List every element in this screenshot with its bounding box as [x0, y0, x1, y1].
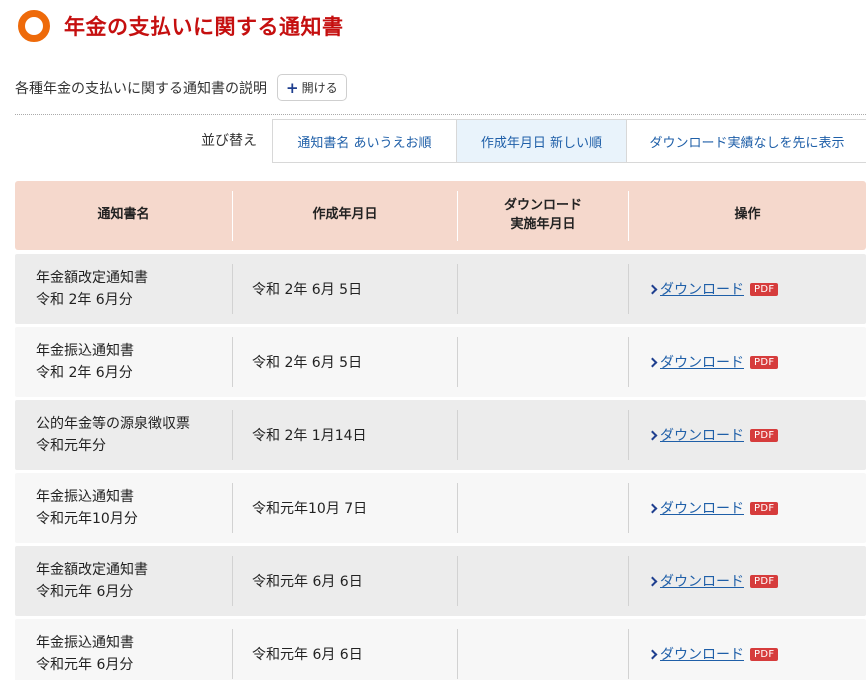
download-link[interactable]: ダウンロード PDF — [647, 352, 779, 372]
column-header-name: 通知書名 — [97, 207, 150, 223]
sort-tab-name[interactable]: 通知書名 あいうえお順 — [273, 120, 457, 162]
open-button-label: 開ける — [301, 81, 338, 95]
cell-created-date: 令和元年 6月 6日 — [232, 629, 457, 679]
cell-created-date: 令和元年10月 7日 — [232, 483, 457, 533]
download-link-label[interactable]: ダウンロード — [660, 498, 744, 518]
chevron-right-icon — [647, 430, 658, 440]
download-link[interactable]: ダウンロード PDF — [647, 425, 779, 445]
cell-download-date — [457, 629, 628, 679]
table-row: 年金振込通知書 令和元年 6月分 令和元年 6月 6日 ダウンロード PDF — [15, 619, 866, 680]
sort-label: 並び替え — [201, 133, 257, 149]
pdf-badge: PDF — [750, 501, 779, 515]
sort-tab-not-downloaded-first[interactable]: ダウンロード実績なしを先に表示 — [627, 120, 866, 162]
cell-notice-name: 公的年金等の源泉徴収票 令和元年分 — [15, 410, 232, 460]
plus-icon: + — [286, 78, 299, 97]
download-link[interactable]: ダウンロード PDF — [647, 279, 779, 299]
notice-period: 令和元年 6月分 — [36, 657, 134, 673]
cell-download-date — [457, 483, 628, 533]
table-row: 年金振込通知書 令和元年10月分 令和元年10月 7日 ダウンロード PDF — [15, 473, 866, 543]
download-link-label[interactable]: ダウンロード — [660, 279, 744, 299]
sort-tab-created[interactable]: 作成年月日 新しい順 — [457, 120, 627, 162]
page-header: 年金の支払いに関する通知書 — [18, 10, 344, 42]
cell-created-date: 令和 2年 6月 5日 — [232, 264, 457, 314]
cell-download-date — [457, 337, 628, 387]
chevron-right-icon — [647, 284, 658, 294]
notice-table: 通知書名 作成年月日 ダウンロード 実施年月日 操作 年金額改定通知書 令和 2… — [15, 181, 866, 680]
open-explanation-button[interactable]: + 開ける — [277, 74, 347, 101]
cell-notice-name: 年金額改定通知書 令和 2年 6月分 — [15, 264, 232, 314]
cell-notice-name: 年金額改定通知書 令和元年 6月分 — [15, 556, 232, 606]
table-row: 年金額改定通知書 令和 2年 6月分 令和 2年 6月 5日 ダウンロード PD… — [15, 254, 866, 324]
table-row: 年金振込通知書 令和 2年 6月分 令和 2年 6月 5日 ダウンロード PDF — [15, 327, 866, 397]
pdf-badge: PDF — [750, 428, 779, 442]
download-link-label[interactable]: ダウンロード — [660, 352, 744, 372]
cell-notice-name: 年金振込通知書 令和元年 6月分 — [15, 629, 232, 679]
explanation-text: 各種年金の支払いに関する通知書の説明 — [15, 80, 267, 97]
chevron-right-icon — [647, 503, 658, 513]
page-title: 年金の支払いに関する通知書 — [64, 15, 344, 39]
table-row: 年金額改定通知書 令和元年 6月分 令和元年 6月 6日 ダウンロード PDF — [15, 546, 866, 616]
table-header: 通知書名 作成年月日 ダウンロード 実施年月日 操作 — [15, 181, 866, 250]
cell-action: ダウンロード PDF — [628, 410, 866, 460]
notice-period: 令和 2年 6月分 — [36, 292, 133, 308]
pdf-badge: PDF — [750, 355, 779, 369]
cell-download-date — [457, 264, 628, 314]
chevron-right-icon — [647, 649, 658, 659]
cell-action: ダウンロード PDF — [628, 556, 866, 606]
cell-download-date — [457, 556, 628, 606]
ring-icon — [18, 10, 50, 42]
cell-download-date — [457, 410, 628, 460]
table-body: 年金額改定通知書 令和 2年 6月分 令和 2年 6月 5日 ダウンロード PD… — [15, 254, 866, 680]
cell-action: ダウンロード PDF — [628, 264, 866, 314]
notice-name: 年金振込通知書 — [36, 342, 134, 359]
download-link-label[interactable]: ダウンロード — [660, 571, 744, 591]
cell-action: ダウンロード PDF — [628, 629, 866, 679]
cell-created-date: 令和元年 6月 6日 — [232, 556, 457, 606]
download-link[interactable]: ダウンロード PDF — [647, 498, 779, 518]
notice-name: 年金額改定通知書 — [36, 561, 148, 578]
column-header-created: 作成年月日 — [232, 190, 457, 241]
cell-action: ダウンロード PDF — [628, 337, 866, 387]
table-row: 公的年金等の源泉徴収票 令和元年分 令和 2年 1月14日 ダウンロード PDF — [15, 400, 866, 470]
download-link[interactable]: ダウンロード PDF — [647, 571, 779, 591]
notice-name: 年金振込通知書 — [36, 634, 134, 651]
column-header-downloaded-line1: ダウンロード — [503, 197, 582, 213]
notice-period: 令和元年 6月分 — [36, 584, 134, 600]
cell-notice-name: 年金振込通知書 令和 2年 6月分 — [15, 337, 232, 387]
sort-tabs: 通知書名 あいうえお順 作成年月日 新しい順 ダウンロード実績なしを先に表示 — [272, 119, 866, 163]
notice-period: 令和元年分 — [36, 438, 106, 454]
column-header-action: 操作 — [628, 190, 866, 241]
column-header-downloaded: ダウンロード 実施年月日 — [457, 190, 628, 241]
notice-period: 令和 2年 6月分 — [36, 365, 133, 381]
explanation-row: 各種年金の支払いに関する通知書の説明 + 開ける — [15, 74, 347, 101]
pdf-badge: PDF — [750, 647, 779, 661]
pdf-badge: PDF — [750, 574, 779, 588]
cell-created-date: 令和 2年 6月 5日 — [232, 337, 457, 387]
cell-notice-name: 年金振込通知書 令和元年10月分 — [15, 483, 232, 533]
column-header-downloaded-line2: 実施年月日 — [510, 216, 576, 232]
cell-created-date: 令和 2年 1月14日 — [232, 410, 457, 460]
sort-tab-label: 通知書名 あいうえお順 — [297, 135, 432, 151]
chevron-right-icon — [647, 357, 658, 367]
chevron-right-icon — [647, 576, 658, 586]
sort-tab-label: ダウンロード実績なしを先に表示 — [649, 135, 845, 151]
notice-name: 年金額改定通知書 — [36, 269, 148, 286]
download-link[interactable]: ダウンロード PDF — [647, 644, 779, 664]
sort-tab-label: 作成年月日 新しい順 — [480, 135, 603, 151]
download-link-label[interactable]: ダウンロード — [660, 644, 744, 664]
notice-period: 令和元年10月分 — [36, 511, 138, 527]
divider — [15, 114, 866, 115]
notice-name: 公的年金等の源泉徴収票 — [36, 415, 190, 432]
cell-action: ダウンロード PDF — [628, 483, 866, 533]
notice-name: 年金振込通知書 — [36, 488, 134, 505]
pdf-badge: PDF — [750, 282, 779, 296]
download-link-label[interactable]: ダウンロード — [660, 425, 744, 445]
